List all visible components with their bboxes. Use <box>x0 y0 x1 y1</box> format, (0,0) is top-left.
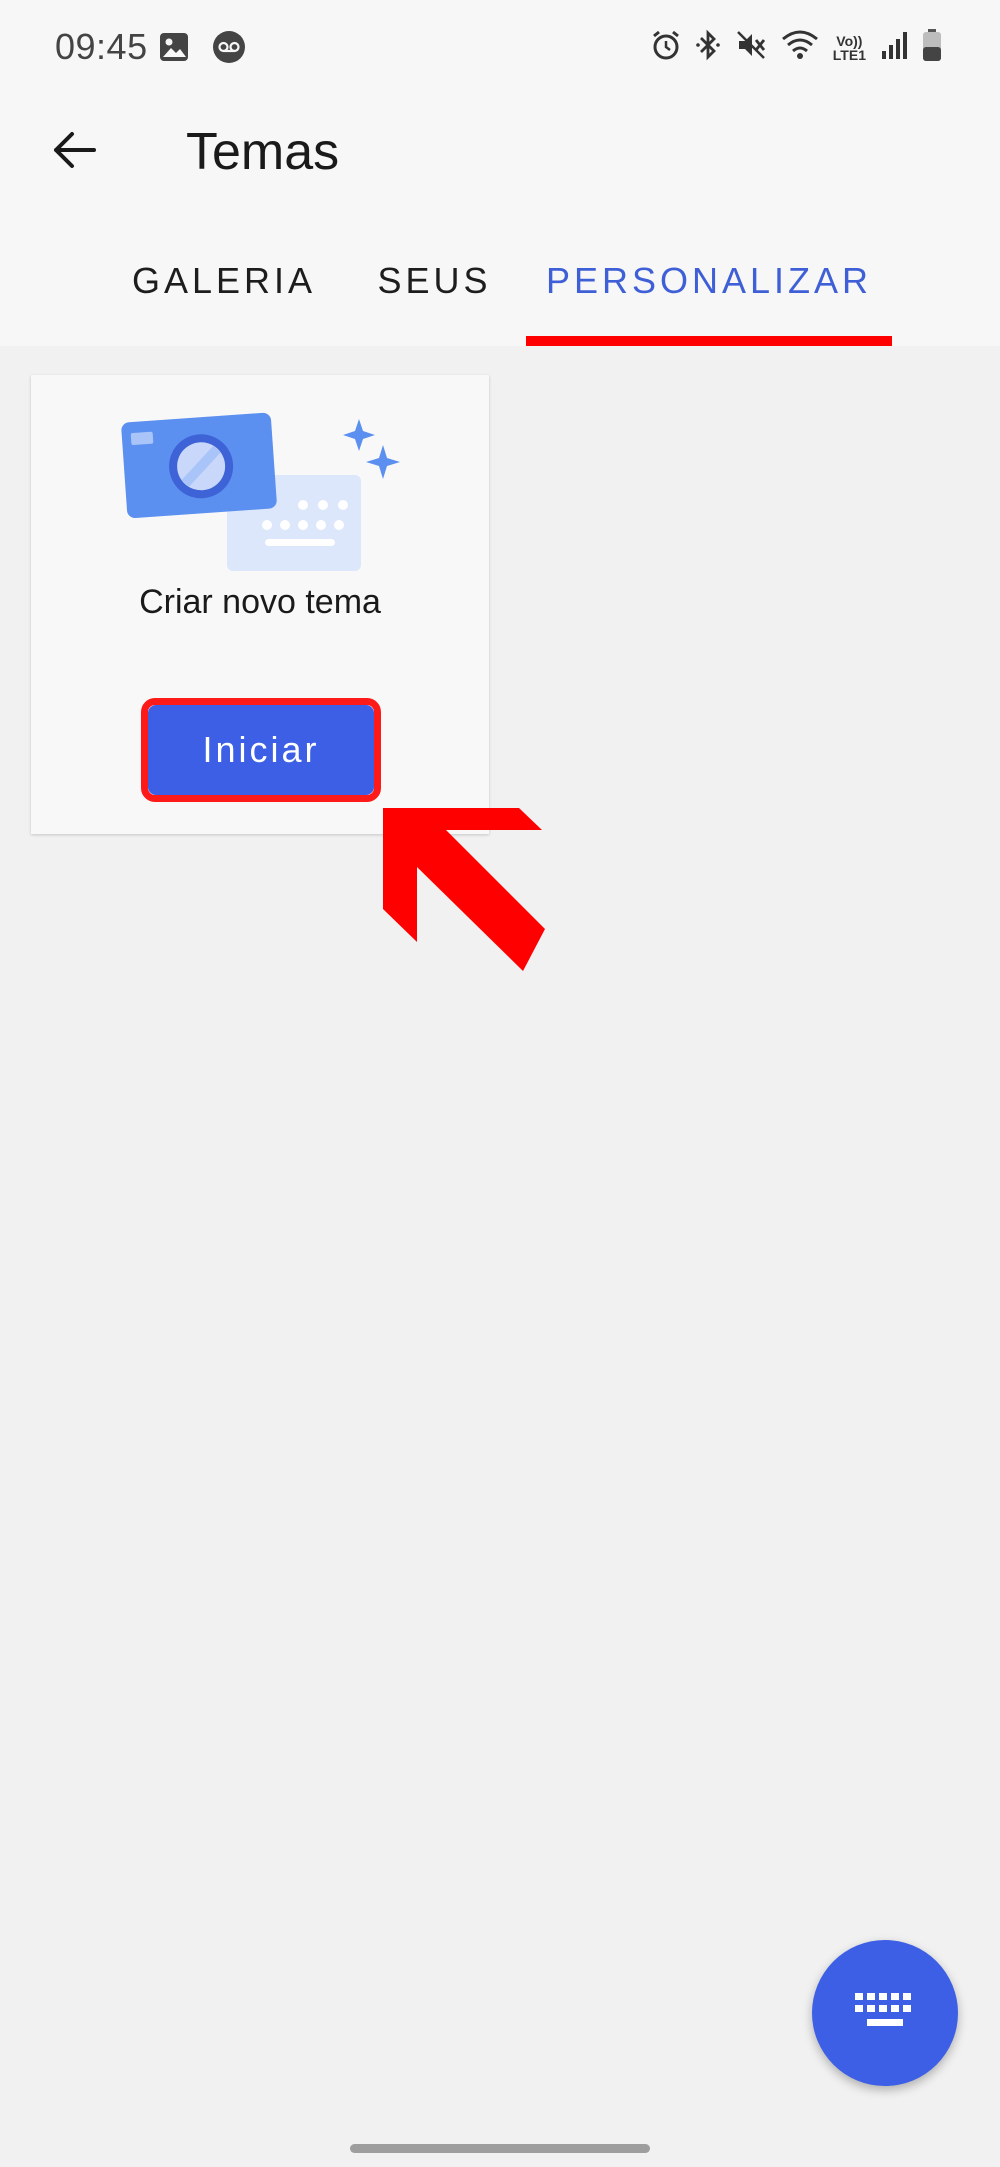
create-theme-caption: Criar novo tema <box>139 583 381 621</box>
camera-keyboard-illustration-icon <box>121 412 400 571</box>
volte-label-bottom: LTE1 <box>832 46 866 63</box>
bluetooth-icon <box>695 29 721 66</box>
volte-label-top: Vo)) <box>836 32 863 49</box>
tab-bar: GALERIA SEUS PERSONALIZAR <box>0 246 1000 346</box>
volte-icon: Vo)) LTE1 <box>833 34 866 62</box>
active-tab-indicator <box>526 336 892 346</box>
image-icon <box>158 31 190 68</box>
app-bar: Temas GALERIA SEUS PERSONALIZAR <box>0 96 1000 346</box>
mute-icon <box>735 29 767 66</box>
status-time: 09:45 <box>55 26 148 67</box>
voicemail-icon <box>212 30 246 69</box>
alarm-icon <box>651 29 681 66</box>
wifi-icon <box>781 29 819 66</box>
annotation-arrow-icon <box>383 808 545 971</box>
status-bar: 09:45 Vo)) LTE1 <box>0 0 1000 96</box>
start-button[interactable]: Iniciar <box>148 705 374 795</box>
tab-personalizar[interactable]: PERSONALIZAR <box>526 246 892 346</box>
create-theme-card: Criar novo tema Iniciar <box>31 375 489 834</box>
keyboard-fab-button[interactable] <box>812 1940 958 2086</box>
tab-galeria[interactable]: GALERIA <box>126 246 322 346</box>
page-title: Temas <box>186 123 340 181</box>
arrow-left-icon <box>54 132 96 168</box>
back-button[interactable] <box>44 120 104 180</box>
home-indicator[interactable] <box>350 2144 650 2153</box>
signal-icon <box>880 29 908 66</box>
tab-seus[interactable]: SEUS <box>372 246 497 346</box>
battery-icon <box>922 28 942 67</box>
keyboard-icon <box>855 1993 911 2026</box>
